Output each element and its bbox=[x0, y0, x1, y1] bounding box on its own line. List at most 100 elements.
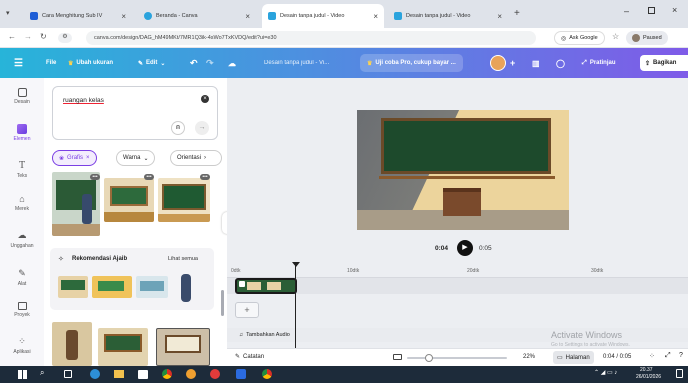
notifications-icon[interactable] bbox=[676, 369, 683, 378]
rail-item-draw[interactable]: ✎ Alat bbox=[0, 268, 44, 287]
more-options-icon[interactable]: ••• bbox=[90, 174, 100, 180]
browser-tab[interactable]: Desain tanpa judul - Video × bbox=[388, 4, 508, 28]
resize-menu[interactable]: ♛ Ubah ukuran bbox=[68, 48, 113, 78]
notes-button[interactable]: ✎ Catatan bbox=[235, 353, 264, 361]
zoom-slider-track[interactable] bbox=[407, 354, 507, 362]
display-icon[interactable] bbox=[393, 354, 402, 360]
recommendation-thumbnail[interactable] bbox=[92, 276, 132, 298]
zoom-slider-handle[interactable] bbox=[425, 354, 433, 362]
result-thumbnail[interactable] bbox=[52, 172, 100, 236]
preview-button[interactable]: ⤢ Pratinjau bbox=[582, 48, 616, 78]
more-options-icon[interactable]: ••• bbox=[200, 174, 210, 180]
filter-label: Grafis bbox=[67, 155, 84, 161]
fullscreen-icon[interactable]: ⤢ bbox=[665, 352, 671, 360]
analytics-icon[interactable]: ▥ bbox=[532, 48, 540, 78]
rail-item-projects[interactable]: Proyek bbox=[0, 302, 44, 318]
comment-icon[interactable]: ◯ bbox=[556, 48, 565, 78]
more-options-icon[interactable]: ••• bbox=[144, 174, 154, 180]
forward-icon[interactable]: → bbox=[24, 32, 32, 41]
try-pro-button[interactable]: ♛ Uji coba Pro, cukup bayar ... bbox=[360, 54, 463, 72]
close-tab-icon[interactable]: × bbox=[373, 12, 378, 21]
store-icon[interactable] bbox=[138, 370, 148, 379]
result-thumbnail[interactable] bbox=[158, 178, 210, 222]
help-icon[interactable]: ? bbox=[679, 352, 683, 359]
rail-item-design[interactable]: Desain bbox=[0, 88, 44, 105]
submit-search-icon[interactable]: → bbox=[195, 121, 209, 135]
add-audio-label: Tambahkan Audio bbox=[246, 332, 290, 338]
play-button[interactable]: ▶ bbox=[457, 240, 473, 256]
result-thumbnail[interactable] bbox=[104, 178, 154, 222]
microphone-icon[interactable]: ⍝ bbox=[171, 121, 185, 135]
tray-icons[interactable]: ⌃ ◢ ▭ ♪ bbox=[594, 369, 617, 376]
rail-item-apps[interactable]: ⁘ Aplikasi bbox=[0, 336, 44, 355]
minimize-icon[interactable]: – bbox=[624, 6, 629, 16]
chrome-icon[interactable] bbox=[162, 369, 172, 379]
profile-paused-button[interactable]: Paused bbox=[626, 31, 668, 45]
add-collaborator-icon[interactable]: + bbox=[510, 48, 515, 78]
design-title[interactable]: Desain tanpa judul - Vi... bbox=[264, 48, 329, 78]
close-tab-icon[interactable]: × bbox=[245, 12, 250, 21]
result-thumbnail[interactable] bbox=[156, 328, 210, 366]
zoom-level[interactable]: 22% bbox=[523, 354, 535, 360]
filter-chip-color[interactable]: Warna ⌄ bbox=[116, 150, 156, 166]
panel-scrollbar[interactable] bbox=[221, 290, 224, 316]
close-tab-icon[interactable]: × bbox=[121, 12, 126, 21]
edge-icon[interactable] bbox=[90, 369, 100, 379]
see-all-link[interactable]: Lihat semua bbox=[168, 256, 198, 262]
add-page-button[interactable]: + bbox=[235, 302, 259, 318]
app-icon[interactable] bbox=[186, 369, 196, 379]
undo-icon[interactable]: ↶ bbox=[190, 48, 198, 78]
clear-search-icon[interactable]: × bbox=[201, 95, 209, 103]
site-settings-icon[interactable]: ⚙ bbox=[58, 33, 72, 43]
maximize-icon[interactable] bbox=[648, 7, 655, 14]
rail-item-elements[interactable]: Elemen bbox=[0, 124, 44, 142]
task-view-icon[interactable] bbox=[64, 370, 72, 378]
paused-label: Paused bbox=[643, 35, 662, 41]
app-icon[interactable] bbox=[236, 369, 246, 379]
search-box[interactable]: ruangan kelas × ⍝ → bbox=[52, 86, 218, 140]
playhead[interactable] bbox=[295, 264, 296, 348]
pages-button[interactable]: ▭ Halaman bbox=[553, 351, 594, 364]
filter-chip-graphics[interactable]: ❀ Grafis × bbox=[52, 150, 97, 166]
ask-google-button[interactable]: ◎ Ask Google bbox=[554, 31, 605, 45]
design-canvas[interactable] bbox=[357, 110, 569, 230]
thumb-board bbox=[104, 334, 142, 352]
close-tab-icon[interactable]: × bbox=[497, 12, 502, 21]
menu-icon[interactable]: ☰ bbox=[14, 48, 23, 78]
start-icon[interactable] bbox=[18, 370, 27, 379]
browser-tab[interactable]: Cara Menghitung Sub IV × bbox=[24, 4, 132, 28]
recommendation-thumbnail[interactable] bbox=[136, 276, 168, 298]
url-field[interactable]: canva.com/design/DAG_hM49MKt/7MR1Q3ik-4s… bbox=[86, 31, 536, 45]
new-tab-icon[interactable]: + bbox=[514, 8, 520, 19]
rail-item-brand[interactable]: ⌂ Merek bbox=[0, 194, 44, 212]
recommendation-thumbnail[interactable] bbox=[58, 276, 88, 298]
app-icon[interactable] bbox=[210, 369, 220, 379]
chrome-icon[interactable] bbox=[262, 369, 272, 379]
result-thumbnail[interactable] bbox=[52, 322, 92, 366]
search-icon[interactable]: ⌕ bbox=[40, 368, 44, 378]
playhead-handle[interactable] bbox=[292, 262, 300, 267]
remove-filter-icon[interactable]: × bbox=[86, 155, 90, 161]
filter-chip-orientation[interactable]: Orientasi › bbox=[170, 150, 222, 166]
browser-tab[interactable]: Beranda - Canva × bbox=[138, 4, 256, 28]
tab-list-icon[interactable]: ▾ bbox=[6, 9, 16, 19]
recommendation-thumbnail[interactable] bbox=[178, 270, 194, 304]
edit-menu[interactable]: ✎ Edit ⌄ bbox=[138, 48, 165, 78]
video-clip[interactable] bbox=[235, 278, 297, 294]
reload-icon[interactable]: ↻ bbox=[40, 32, 47, 41]
share-button[interactable]: ⇪ Bagikan bbox=[640, 55, 688, 71]
file-explorer-icon[interactable] bbox=[114, 370, 124, 378]
back-icon[interactable]: ← bbox=[8, 32, 16, 41]
rail-item-text[interactable]: T Teks bbox=[0, 160, 44, 179]
cloud-save-icon[interactable]: ☁ bbox=[228, 48, 236, 78]
close-window-icon[interactable]: × bbox=[672, 5, 677, 15]
result-thumbnail[interactable] bbox=[98, 328, 148, 366]
file-menu[interactable]: File bbox=[46, 48, 56, 78]
rail-item-uploads[interactable]: ☁ Unggahan bbox=[0, 230, 44, 249]
bookmark-star-icon[interactable]: ☆ bbox=[612, 32, 619, 41]
user-avatar[interactable] bbox=[490, 55, 506, 71]
grid-view-icon[interactable]: ⁘ bbox=[649, 352, 655, 360]
browser-tab-active[interactable]: Desain tanpa judul - Video × bbox=[262, 4, 384, 28]
search-input[interactable]: ruangan kelas bbox=[63, 97, 104, 104]
redo-icon[interactable]: ↷ bbox=[206, 48, 214, 78]
